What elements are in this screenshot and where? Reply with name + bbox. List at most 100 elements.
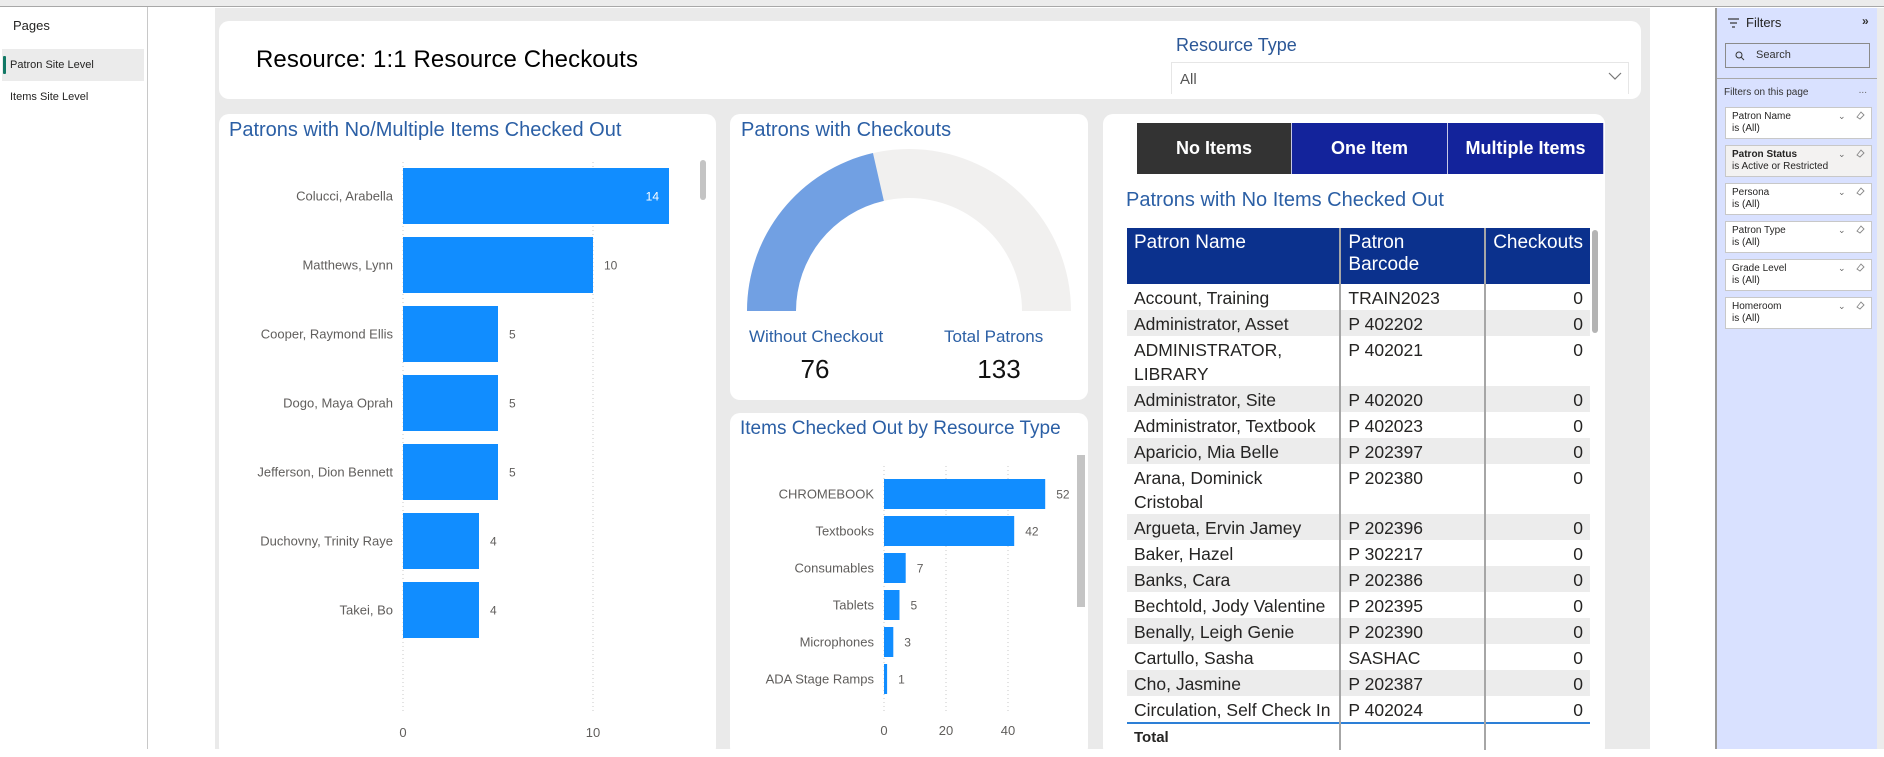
cell-patron-barcode: P 202397: [1340, 438, 1487, 464]
data-label: 14: [646, 190, 660, 204]
cell-patron-barcode: P 202395: [1340, 592, 1487, 618]
filters-search-input[interactable]: Search: [1725, 43, 1870, 68]
bar[interactable]: [884, 664, 888, 694]
bar[interactable]: [403, 168, 669, 224]
data-label: 42: [1025, 525, 1039, 539]
bar[interactable]: [884, 627, 894, 657]
table-row[interactable]: Arana, Dominick Cristobal P 202380 0: [1127, 464, 1590, 514]
table-row[interactable]: ADMINISTRATOR, LIBRARY P 402021 0: [1127, 336, 1590, 386]
category-label: Microphones: [800, 635, 875, 650]
category-label: Takei, Bo: [340, 603, 393, 618]
filter-card-patron-status[interactable]: Patron Status is Active or Restricted ⌄: [1725, 145, 1872, 177]
pages-title: Pages: [13, 18, 50, 33]
cell-patron-name: Cho, Jasmine: [1127, 670, 1342, 696]
bar[interactable]: [403, 513, 479, 569]
category-label: Colucci, Arabella: [296, 189, 394, 204]
table-row[interactable]: Banks, Cara P 202386 0: [1127, 566, 1590, 592]
filter-name: Patron Name: [1732, 111, 1791, 122]
filter-card-patron-name[interactable]: Patron Name is (All) ⌄: [1725, 107, 1872, 139]
cell-patron-barcode: P 202387: [1340, 670, 1487, 696]
filter-card-patron-type[interactable]: Patron Type is (All) ⌄: [1725, 221, 1872, 253]
chevron-down-icon[interactable]: ⌄: [1838, 111, 1846, 122]
chevron-down-icon[interactable]: ⌄: [1838, 263, 1846, 274]
cell-patron-name: Administrator, Site: [1127, 386, 1342, 412]
cell-patron-name: Cartullo, Sasha: [1127, 644, 1342, 670]
header-card: Resource: 1:1 Resource Checkouts Resourc…: [219, 21, 1641, 99]
cell-patron-name: Aparicio, Mia Belle: [1127, 438, 1342, 464]
cell-checkouts: 0: [1573, 340, 1583, 360]
cell-checkouts: 0: [1573, 544, 1583, 564]
chevron-down-icon[interactable]: ⌄: [1838, 301, 1846, 312]
filter-card-persona[interactable]: Persona is (All) ⌄: [1725, 183, 1872, 215]
cell-checkouts: 0: [1573, 416, 1583, 436]
table-row[interactable]: Benally, Leigh Genie P 202390 0: [1127, 618, 1590, 644]
page-tab-patron-site-level[interactable]: Patron Site Level: [2, 49, 144, 81]
data-label: 4: [490, 604, 497, 618]
more-options-icon[interactable]: ...: [1859, 85, 1867, 96]
bar[interactable]: [884, 516, 1015, 546]
eraser-icon[interactable]: [1855, 186, 1865, 196]
cell-patron-barcode: P 202396: [1340, 514, 1487, 540]
cell-checkouts: 0: [1485, 386, 1590, 412]
kpi-total-patrons-label: Total Patrons: [944, 327, 1044, 346]
column-header-patron-barcode[interactable]: Patron Barcode: [1340, 228, 1487, 284]
multiple-items-button[interactable]: Multiple Items: [1448, 123, 1604, 174]
table-row[interactable]: Administrator, Site P 402020 0: [1127, 386, 1590, 412]
filter-name: Persona: [1732, 187, 1770, 198]
chevron-down-icon[interactable]: ⌄: [1838, 149, 1846, 160]
table-row[interactable]: Administrator, Textbook P 402023 0: [1127, 412, 1590, 438]
bar[interactable]: [403, 375, 498, 431]
page-tab-label: Items Site Level: [10, 91, 89, 103]
chart-scrollbar[interactable]: [700, 160, 706, 200]
bar[interactable]: [884, 590, 900, 620]
table-row[interactable]: Argueta, Ervin Jamey P 202396 0: [1127, 514, 1590, 540]
patrons-multiple-items-chart-card: Patrons with No/Multiple Items Checked O…: [219, 114, 716, 757]
cell-checkouts: 0: [1573, 288, 1583, 308]
data-label: 5: [509, 397, 516, 411]
eraser-icon[interactable]: [1855, 148, 1865, 158]
x-tick-label: 0: [399, 725, 406, 740]
cell-patron-name: ADMINISTRATOR, LIBRARY: [1127, 336, 1342, 386]
resource-type-dropdown[interactable]: All: [1171, 62, 1629, 94]
column-header-patron-name[interactable]: Patron Name: [1127, 228, 1342, 284]
no-items-button[interactable]: No Items: [1137, 123, 1292, 174]
cell-checkouts: 0: [1485, 438, 1590, 464]
bar[interactable]: [884, 479, 1046, 509]
eraser-icon[interactable]: [1855, 110, 1865, 120]
filter-value: is (All): [1732, 275, 1760, 286]
collapse-filters-icon[interactable]: »: [1862, 14, 1869, 28]
one-item-button[interactable]: One Item: [1292, 123, 1448, 174]
filter-card-grade-level[interactable]: Grade Level is (All) ⌄: [1725, 259, 1872, 291]
table-row[interactable]: Baker, Hazel P 302217 0: [1127, 540, 1590, 566]
cell-patron-barcode: P 202380: [1340, 464, 1487, 514]
bar[interactable]: [403, 237, 593, 293]
table-row[interactable]: Administrator, Asset P 402202 0: [1127, 310, 1590, 336]
table-row[interactable]: Account, Training TRAIN2023 0: [1127, 284, 1590, 310]
table-row[interactable]: Cho, Jasmine P 202387 0: [1127, 670, 1590, 696]
column-header-checkouts[interactable]: Checkouts: [1485, 228, 1590, 284]
table-row[interactable]: Cartullo, Sasha SASHAC 0: [1127, 644, 1590, 670]
eraser-icon[interactable]: [1855, 224, 1865, 234]
resource-type-bar-chart: 0 20 40 CHROMEBOOK 52 Textbooks 42 Consumables 7…: [766, 466, 1070, 738]
chart-scrollbar[interactable]: [1077, 455, 1085, 607]
gauge-fill: [747, 153, 884, 311]
table-row[interactable]: Circulation, Self Check In P 402024 0: [1127, 696, 1590, 723]
bar[interactable]: [403, 306, 498, 362]
bar[interactable]: [403, 444, 498, 500]
total-label: Total: [1127, 722, 1342, 750]
bar[interactable]: [884, 553, 906, 583]
bar[interactable]: [403, 582, 479, 638]
kpi-without-checkout-value: 76: [800, 354, 830, 384]
eraser-icon[interactable]: [1855, 300, 1865, 310]
filter-value: is (All): [1732, 199, 1760, 210]
filter-card-homeroom[interactable]: Homeroom is (All) ⌄: [1725, 297, 1872, 329]
table-scrollbar[interactable]: [1592, 230, 1598, 333]
table-row[interactable]: Bechtold, Jody Valentine P 202395 0: [1127, 592, 1590, 618]
table-title: Patrons with No Items Checked Out: [1126, 189, 1444, 211]
chevron-down-icon[interactable]: ⌄: [1838, 187, 1846, 198]
page-tab-items-site-level[interactable]: Items Site Level: [2, 81, 144, 113]
chevron-down-icon[interactable]: ⌄: [1838, 225, 1846, 236]
eraser-icon[interactable]: [1855, 262, 1865, 272]
table-row[interactable]: Aparicio, Mia Belle P 202397 0: [1127, 438, 1590, 464]
data-label: 52: [1056, 488, 1070, 502]
